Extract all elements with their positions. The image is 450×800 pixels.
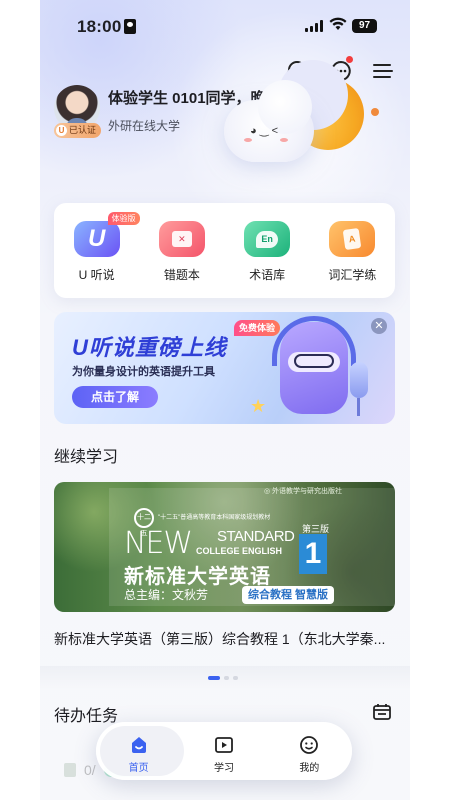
- verified-label: 已认证: [69, 125, 97, 135]
- star-dot-decoration: [371, 108, 379, 116]
- mascot-glasses: [294, 354, 334, 368]
- term-bank-glyph: En: [256, 230, 279, 248]
- school-name: 外研在线大学: [108, 119, 181, 133]
- quick-action-vocab-practice[interactable]: A 词汇学练: [317, 221, 387, 298]
- carousel-indicator: [208, 676, 238, 680]
- battery-icon: 97: [352, 19, 377, 33]
- banner-learn-more-button[interactable]: 点击了解: [72, 386, 158, 408]
- carousel-dot: [233, 676, 238, 680]
- close-banner-icon[interactable]: ✕: [371, 318, 387, 334]
- learn-icon: [213, 734, 235, 756]
- course-cover[interactable]: ◎ 外语教学与研究出版社 十二五 "十二五"普通高等教育本科国家级规划教材 NE…: [54, 482, 395, 612]
- todo-progress: 0/: [84, 762, 96, 778]
- free-trial-tag: 免费体验: [234, 320, 281, 336]
- carousel-dot-active: [208, 676, 220, 680]
- mascot-illustration: [280, 322, 348, 414]
- verified-badge: U 已认证: [54, 123, 102, 138]
- status-time: 18:00: [77, 17, 122, 36]
- task-icon: [64, 763, 76, 777]
- promo-banner[interactable]: U听说重磅上线 为你量身设计的英语提升工具 点击了解 ★ 免费体验 ✕: [54, 312, 395, 424]
- cover-plan-text: "十二五"普通高等教育本科国家级规划教材: [158, 515, 271, 521]
- cloud-blush: [280, 138, 288, 142]
- profile-icon: [298, 734, 320, 756]
- banner-subtitle: 为你量身设计的英语提升工具: [72, 366, 215, 378]
- cover-brand-new: NEW: [124, 526, 193, 561]
- status-bar: 18:00 97: [40, 0, 410, 54]
- quick-actions-panel: U 体验版 U 听说 ✕ 错题本 En 术语库 A 词汇学练: [54, 203, 395, 298]
- nav-item-home[interactable]: 首页: [96, 722, 185, 780]
- nav-item-mine[interactable]: 我的: [267, 722, 352, 780]
- bottom-nav: 首页 学习 我的: [96, 722, 352, 780]
- carousel-dot: [224, 676, 229, 680]
- cover-tag: 综合教程 智慧版: [242, 586, 335, 604]
- cover-seal: 十二五: [134, 508, 154, 537]
- unread-badge: [346, 56, 353, 63]
- home-icon: [128, 734, 150, 756]
- cloud-blush: [244, 138, 252, 142]
- nav-label: 首页: [128, 763, 149, 774]
- quick-action-label: 术语库: [249, 268, 286, 282]
- cellular-signal-icon: [305, 20, 323, 32]
- quick-action-label: 错题本: [163, 268, 200, 282]
- quick-action-label: 词汇学练: [328, 268, 377, 282]
- error-book-icon: ✕: [158, 221, 205, 257]
- vocab-practice-glyph: A: [343, 227, 362, 251]
- cloud-face-icon: ◕ ‿ <: [250, 125, 279, 137]
- quick-action-label: U 听说: [78, 268, 115, 282]
- cover-volume: 1: [299, 534, 327, 574]
- course-name[interactable]: 新标准大学英语（第三版）综合教程 1（东北大学秦...: [54, 629, 395, 649]
- calendar-icon[interactable]: [372, 702, 392, 722]
- wifi-icon: [329, 17, 347, 35]
- trial-badge: 体验版: [107, 212, 140, 225]
- menu-icon[interactable]: [370, 58, 396, 84]
- nav-label: 学习: [213, 763, 234, 774]
- app-screen: 18:00 97 U 已认证 体验学生 0101同学，晚上好 外研在线大学 ◕ …: [40, 0, 410, 800]
- id-card-icon: [124, 19, 136, 34]
- cover-brand-standard: STANDARD: [217, 528, 295, 545]
- term-bank-icon: En: [244, 221, 291, 257]
- u-listen-icon: U: [73, 221, 120, 257]
- quick-action-term-bank[interactable]: En 术语库: [232, 221, 302, 298]
- cover-title: 新标准大学英语: [124, 566, 271, 588]
- quick-action-error-book[interactable]: ✕ 错题本: [147, 221, 217, 298]
- nav-item-learn[interactable]: 学习: [181, 722, 266, 780]
- cover-editor: 总主编：文秋芳: [124, 588, 209, 602]
- nav-label: 我的: [299, 763, 320, 774]
- star-icon: ★: [250, 396, 267, 416]
- vocab-practice-icon: A: [329, 221, 376, 257]
- quick-action-u-listen[interactable]: U 体验版 U 听说: [62, 212, 140, 298]
- microphone-icon: [350, 362, 368, 416]
- verified-u-icon: U: [56, 125, 67, 136]
- error-book-glyph: ✕: [171, 231, 192, 247]
- banner-title: U听说重磅上线: [72, 335, 227, 360]
- u-listen-glyph: U: [87, 225, 106, 252]
- publisher-logo: ◎ 外语教学与研究出版社: [264, 488, 343, 495]
- continue-learning-title: 继续学习: [54, 449, 119, 466]
- cover-college-english: COLLEGE ENGLISH: [196, 546, 283, 556]
